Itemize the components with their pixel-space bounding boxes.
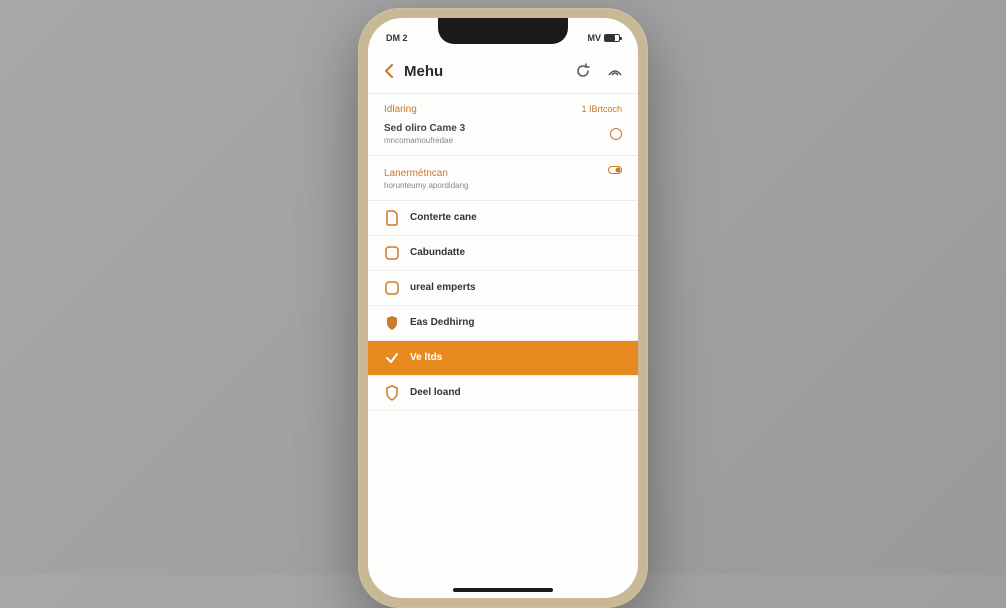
menu-item-0-label: Conterte cane [410,212,477,223]
menu-item-1-label: Cabundatte [410,247,465,258]
check-icon [384,350,400,366]
menu-item-2-label: ureal emperts [410,282,476,293]
square-icon [384,245,400,261]
phone-frame: DM 2 MV Mehu Idlaring 1 IBrtcoch [358,8,648,608]
screen: DM 2 MV Mehu Idlaring 1 IBrtcoch [368,18,638,598]
section-1-sub2: mncomamoufredae [384,134,465,145]
notch [438,18,568,44]
status-right-label: MV [588,33,602,43]
signal-icon[interactable] [604,60,626,82]
menu-item-0[interactable]: Conterte cane [368,201,638,236]
menu-item-4-label: Ve ltds [410,352,442,363]
section-2[interactable]: Lanermétncan horunteumy apordidang [368,156,638,201]
back-button[interactable] [380,62,398,80]
content: Idlaring 1 IBrtcoch Sed oliro Came 3 mnc… [368,94,638,598]
section-1-title: Idlaring [384,104,417,115]
section-1-sub: Sed oliro Came 3 [384,123,465,134]
radio-icon[interactable] [610,128,622,140]
status-left: DM 2 [386,33,408,43]
menu-item-5[interactable]: Deel loand [368,376,638,411]
square-icon [384,280,400,296]
menu-list: Conterte cane Cabundatte ureal emperts [368,201,638,411]
menu-item-1[interactable]: Cabundatte [368,236,638,271]
battery-icon [604,34,620,42]
menu-item-3[interactable]: Eas Dedhirng [368,306,638,341]
shield-outline-icon [384,385,400,401]
document-icon [384,210,400,226]
section-2-title: Lanermétncan [384,168,448,179]
home-indicator[interactable] [453,588,553,592]
section-1-badge: 1 IBrtcoch [581,104,622,114]
menu-item-5-label: Deel loand [410,387,461,398]
refresh-icon[interactable] [572,60,594,82]
shield-icon [384,315,400,331]
status-right: MV [588,33,621,43]
toggle-icon[interactable] [608,166,622,176]
nav-bar: Mehu [368,50,638,94]
page-title: Mehu [404,63,562,80]
section-1[interactable]: Idlaring 1 IBrtcoch Sed oliro Came 3 mnc… [368,94,638,156]
section-2-sub: horunteumy apordidang [368,181,638,200]
menu-item-3-label: Eas Dedhirng [410,317,474,328]
menu-item-4[interactable]: Ve ltds [368,341,638,376]
menu-item-2[interactable]: ureal emperts [368,271,638,306]
